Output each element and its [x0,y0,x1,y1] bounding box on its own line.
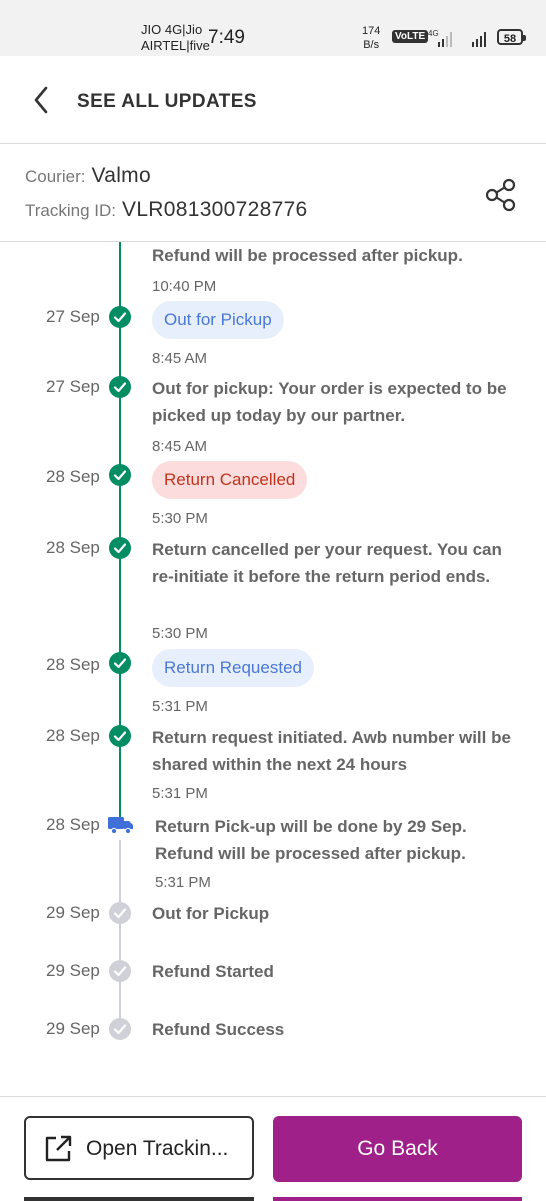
event-date: 29 Sep [46,1019,100,1038]
speed-value: 174 [362,25,381,37]
share-button[interactable] [482,176,520,214]
check-icon [109,537,131,559]
bottom-action-bar: Open Trackin... Go Back [0,1096,546,1201]
event-time: 5:30 PM [152,625,208,642]
check-icon [109,306,131,328]
network-type: 4G [428,29,439,38]
check-icon [109,376,131,398]
tracking-label: Tracking ID: [25,201,117,220]
check-icon [109,652,131,674]
check-icon [109,902,131,924]
signal-4g-icon: 4G [428,29,452,47]
event-date: 28 Sep [46,726,100,745]
courier-info-panel: Courier: Valmo Tracking ID: VLR08130072877… [0,144,546,242]
truck-icon [108,817,133,835]
event-time: 5:31 PM [152,785,208,802]
tracking-id-value: VLR081300728776 [122,198,308,221]
tracking-timeline: Refund will be processed after pickup. 1… [0,242,546,1102]
event-date: 29 Sep [46,903,100,922]
carrier-info: JIO 4G|Jio AIRTEL|five [141,22,210,54]
chevron-left-icon [34,86,48,114]
carrier-line-2: AIRTEL|five [141,38,210,53]
signal-icon [472,32,486,47]
event-text: Out for Pickup [152,904,270,923]
event-time: 5:31 PM [152,698,208,715]
event-date: 29 Sep [46,961,100,980]
carrier-line-1: JIO 4G|Jio [141,22,203,37]
speed-unit: B/s [363,39,380,51]
event-text: Refund Started [152,962,274,981]
event-text: Return cancelled per your request. You c… [152,540,502,586]
battery-icon: 58 [497,29,526,45]
event-text: Return Pick-up will be done by 29 Sep. R… [155,817,467,863]
status-bar: JIO 4G|Jio AIRTEL|five 7:49 174 B/s VoLT… [0,0,546,56]
event-time: 8:45 AM [152,438,208,455]
check-icon [109,725,131,747]
button-strip [24,1197,254,1201]
event-date: 28 Sep [46,655,100,674]
event-time: 5:30 PM [152,510,208,527]
page-title: SEE ALL UPDATES [77,91,257,112]
event-text: Refund Success [152,1020,285,1039]
status-chip: Return Requested [152,649,314,687]
clock: 7:49 [208,27,245,48]
back-button[interactable] [22,78,62,122]
event-date: 28 Sep [46,467,100,486]
volte-badge: VoLTE [392,30,429,43]
event-text: Refund will be processed after pickup. [152,246,463,265]
check-icon [109,1018,131,1040]
event-date: 27 Sep [46,307,100,326]
event-text: Out for pickup: Your order is expected t… [152,379,507,425]
event-date: 27 Sep [46,377,100,396]
external-link-icon [45,1135,72,1162]
event-text: Return request initiated. Awb number wil… [152,728,511,774]
timeline-line-pending [119,840,121,1030]
open-tracking-label: Open Trackin... [86,1137,229,1160]
network-speed: 174 B/s [362,24,380,52]
tracking-row: Tracking ID: VLR081300728776 [25,198,308,222]
event-date: 28 Sep [46,815,100,834]
courier-row: Courier: Valmo [25,164,151,188]
go-back-button[interactable]: Go Back [273,1116,522,1182]
status-chip: Out for Pickup [152,301,284,339]
check-icon [109,464,131,486]
button-strip [273,1197,522,1201]
open-tracking-button[interactable]: Open Trackin... [24,1116,254,1180]
event-time: 10:40 PM [152,278,217,295]
event-time: 8:45 AM [152,350,208,367]
courier-value: Valmo [91,164,151,187]
courier-label: Courier: [25,167,86,186]
share-icon [485,178,516,212]
check-icon [109,960,131,982]
app-bar: SEE ALL UPDATES [0,56,546,144]
event-time: 5:31 PM [155,874,211,891]
status-chip: Return Cancelled [152,461,308,499]
event-date: 28 Sep [46,538,100,557]
